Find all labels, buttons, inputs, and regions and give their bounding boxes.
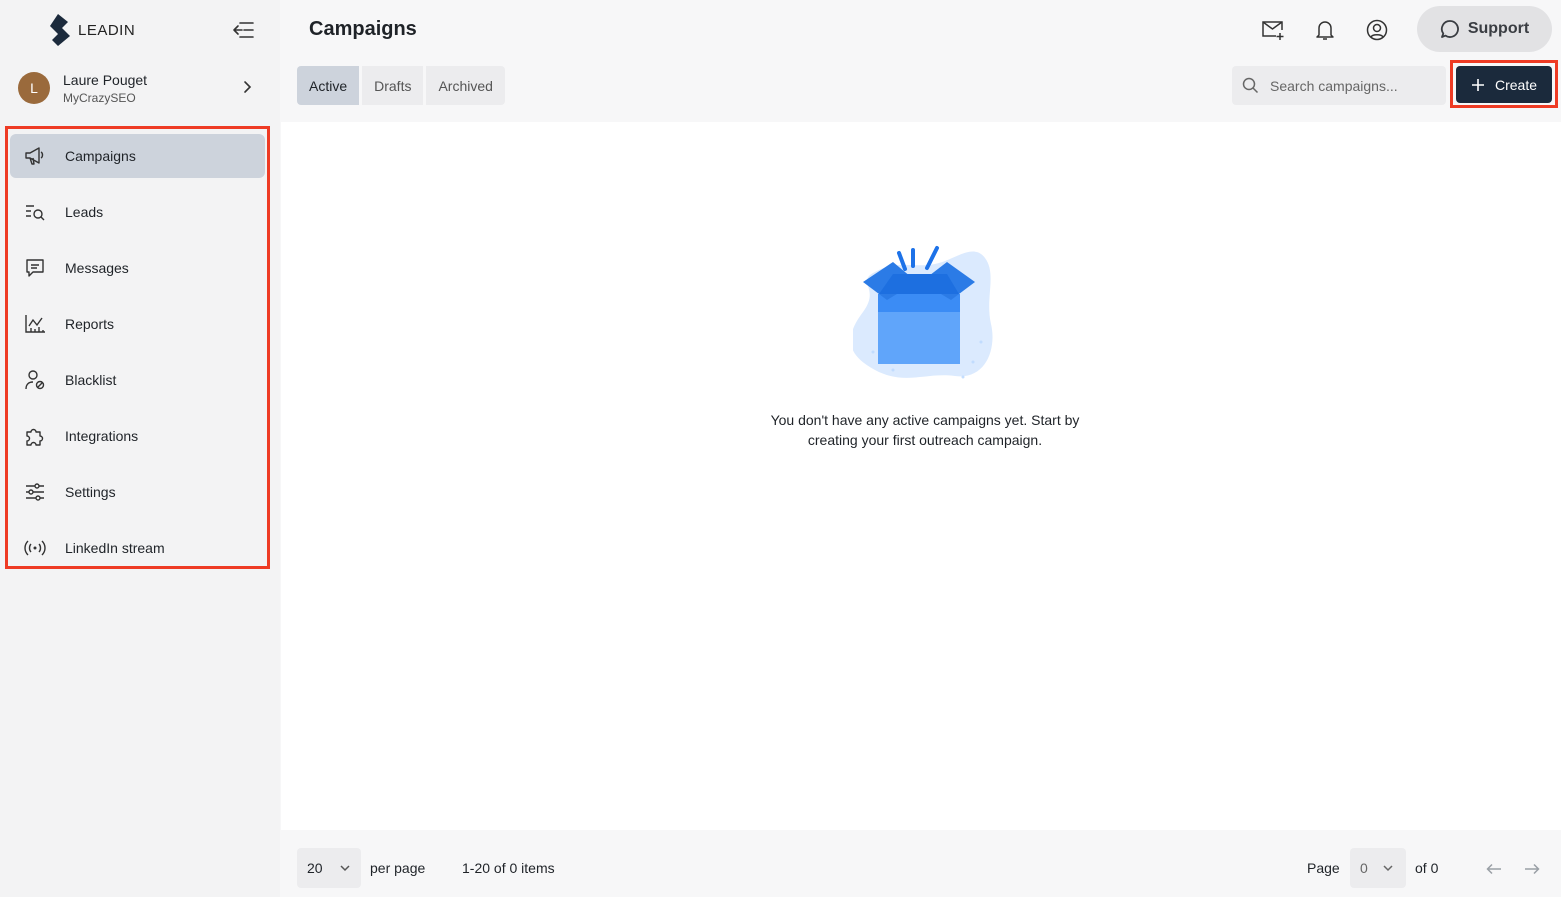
create-button[interactable]: Create	[1456, 66, 1552, 103]
page-value: 0	[1360, 860, 1368, 876]
sidebar-item-label: Reports	[65, 316, 115, 332]
tab-archived[interactable]: Archived	[426, 66, 505, 105]
broadcast-icon	[24, 537, 46, 559]
sliders-icon	[24, 481, 46, 503]
chat-icon	[24, 257, 46, 279]
per-page-label: per page	[370, 860, 426, 876]
search-box	[1232, 66, 1446, 105]
account-button[interactable]	[1364, 17, 1390, 43]
chart-icon	[24, 313, 46, 335]
sidebar-nav: Campaigns Leads Messages Reports Blackli…	[10, 134, 265, 582]
leadin-logo-icon	[50, 14, 70, 46]
sidebar: LEADIN L Laure Pouget MyCrazySEO Campaig…	[0, 0, 280, 897]
user-block-icon	[24, 369, 46, 391]
sidebar-item-label: Leads	[65, 204, 104, 220]
chevron-right-icon	[244, 81, 252, 93]
chevron-down-icon	[1383, 865, 1393, 872]
user-name: Laure Pouget	[63, 71, 148, 88]
collapse-menu-icon	[233, 22, 254, 38]
sidebar-item-linkedin-stream[interactable]: LinkedIn stream	[10, 526, 265, 570]
pagination-bar: 20 per page 1-20 of 0 items Page 0 of 0	[281, 830, 1561, 897]
sidebar-item-blacklist[interactable]: Blacklist	[10, 358, 265, 402]
arrow-right-icon	[1525, 863, 1540, 875]
sidebar-item-label: LinkedIn stream	[65, 540, 165, 556]
page-select[interactable]: 0	[1350, 848, 1406, 888]
chat-bubble-icon	[1440, 20, 1459, 38]
per-page-value: 20	[307, 860, 323, 876]
user-switcher[interactable]: L Laure Pouget MyCrazySEO	[18, 68, 264, 108]
sidebar-item-messages[interactable]: Messages	[10, 246, 265, 290]
chevron-down-icon	[340, 865, 350, 872]
empty-box-illustration	[853, 246, 993, 379]
support-label: Support	[1467, 20, 1530, 37]
user-org: MyCrazySEO	[63, 90, 136, 105]
sidebar-item-campaigns[interactable]: Campaigns	[10, 134, 265, 178]
sidebar-item-settings[interactable]: Settings	[10, 470, 265, 514]
sidebar-item-integrations[interactable]: Integrations	[10, 414, 265, 458]
bell-icon	[1316, 21, 1334, 40]
create-label: Create	[1494, 76, 1538, 93]
puzzle-icon	[24, 425, 46, 447]
per-page-select[interactable]: 20	[297, 848, 361, 888]
search-input[interactable]	[1268, 76, 1442, 95]
sidebar-item-leads[interactable]: Leads	[10, 190, 265, 234]
page-label: Page	[1307, 860, 1340, 876]
avatar: L	[18, 72, 50, 104]
sidebar-item-label: Messages	[65, 260, 129, 276]
sidebar-item-label: Blacklist	[65, 372, 117, 388]
sidebar-item-label: Campaigns	[65, 148, 136, 164]
arrow-left-icon	[1486, 863, 1501, 875]
notifications-button[interactable]	[1312, 17, 1338, 43]
tab-active[interactable]: Active	[297, 66, 360, 105]
mail-plus-icon	[1262, 21, 1284, 40]
tab-drafts[interactable]: Drafts	[362, 66, 424, 105]
page-total: of 0	[1415, 860, 1439, 876]
items-summary: 1-20 of 0 items	[462, 860, 555, 876]
sidebar-item-reports[interactable]: Reports	[10, 302, 265, 346]
sidebar-item-label: Integrations	[65, 428, 139, 444]
search-icon	[1242, 77, 1259, 94]
next-page-button[interactable]	[1521, 858, 1543, 880]
plus-icon	[1471, 78, 1484, 91]
megaphone-icon	[24, 145, 46, 167]
list-search-icon	[24, 201, 46, 223]
user-circle-icon	[1366, 19, 1388, 41]
previous-page-button[interactable]	[1483, 858, 1505, 880]
campaign-tabs: Active Drafts Archived	[297, 66, 505, 105]
empty-state-message: You don't have any active campaigns yet.…	[770, 412, 1080, 448]
support-button[interactable]: Support	[1417, 6, 1552, 52]
app-logo[interactable]: LEADIN	[48, 14, 135, 46]
mail-add-button[interactable]	[1260, 17, 1286, 43]
collapse-sidebar-button[interactable]	[230, 18, 256, 42]
campaigns-content: You don't have any active campaigns yet.…	[281, 122, 1561, 830]
sidebar-item-label: Settings	[65, 484, 116, 500]
page-title: Campaigns	[309, 18, 417, 40]
logo-text: LEADIN	[78, 21, 136, 39]
